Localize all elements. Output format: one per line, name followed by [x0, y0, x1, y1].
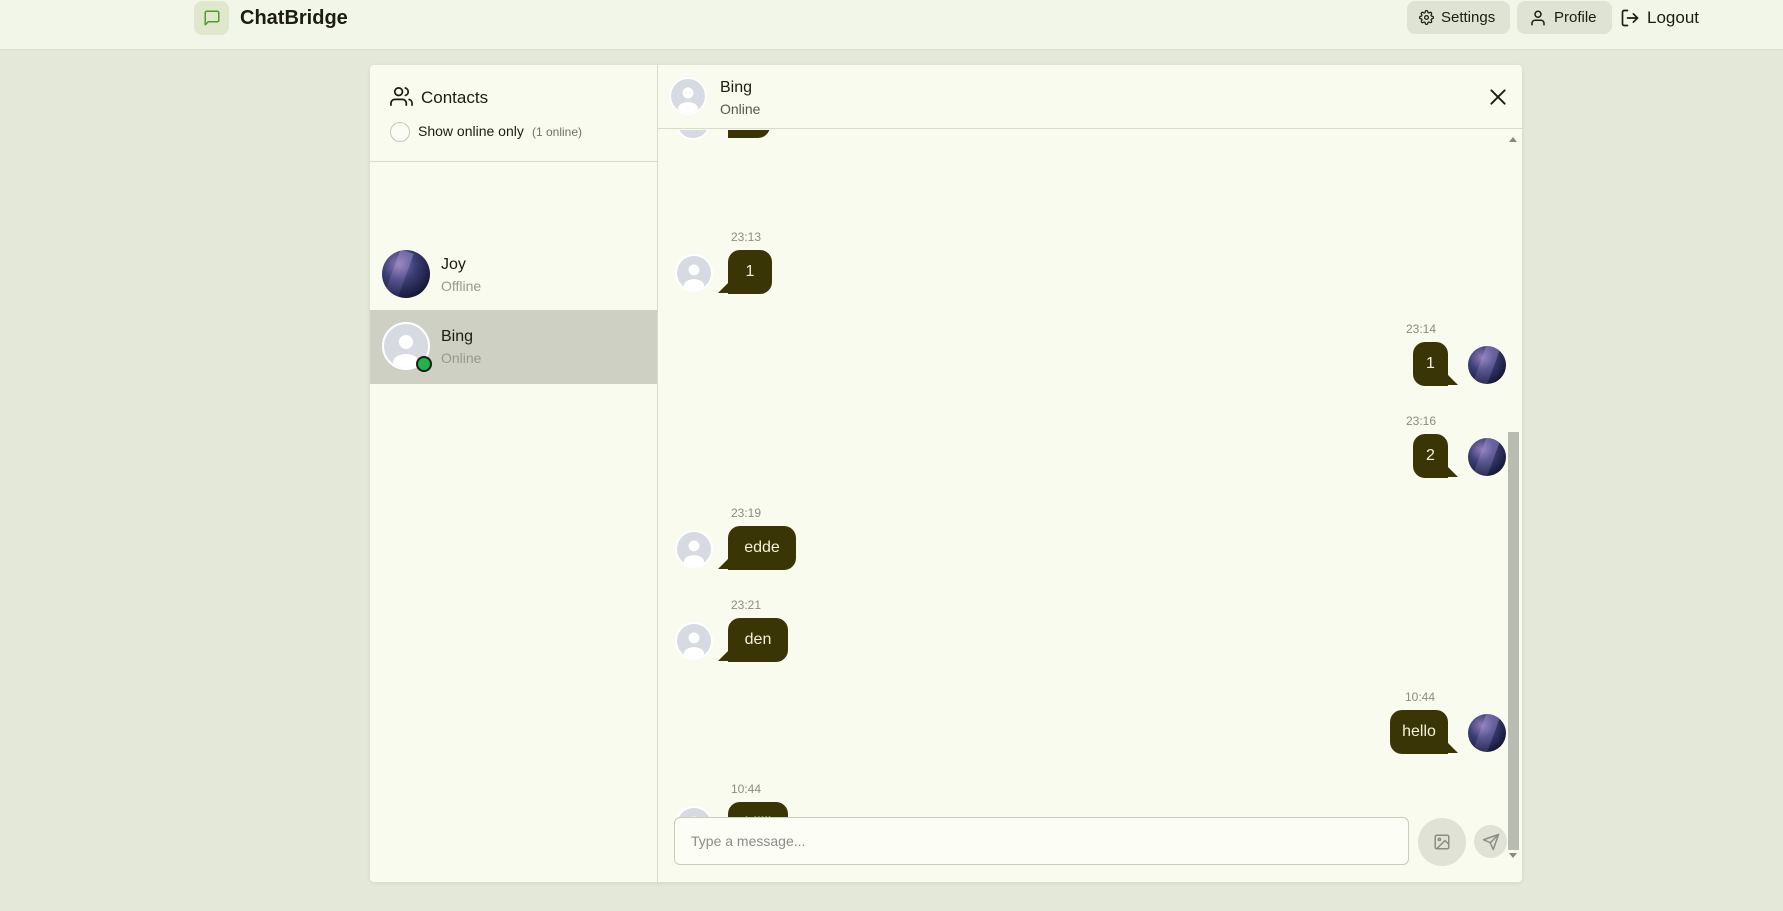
- logout-label: Logout: [1647, 7, 1699, 27]
- avatar: [675, 254, 713, 292]
- contacts-sidebar: Contacts Show online only (1 online) Joy…: [370, 65, 658, 882]
- message-bubble: edde: [728, 526, 796, 570]
- chat-contact-name: Bing: [720, 79, 753, 96]
- show-online-only-label[interactable]: Show online only: [418, 123, 524, 139]
- close-icon[interactable]: [1488, 87, 1508, 107]
- default-user-icon: [683, 632, 705, 658]
- message-bubble: [728, 130, 770, 138]
- message-time: 23:13: [731, 230, 762, 244]
- message-bubble: 1: [1413, 342, 1448, 386]
- online-count: (1 online): [532, 125, 583, 139]
- gear-icon: [1419, 10, 1434, 25]
- avatar: [675, 622, 713, 660]
- users-icon: [390, 87, 413, 106]
- bubble-tail: [718, 651, 728, 661]
- message-time: 23:19: [731, 506, 762, 520]
- online-status-dot: [416, 356, 432, 372]
- default-user-icon: [683, 540, 705, 566]
- bubble-tail: [718, 559, 728, 569]
- send-button[interactable]: [1474, 825, 1507, 858]
- default-user-icon: [683, 264, 705, 290]
- scroll-down-arrow[interactable]: [1509, 853, 1517, 858]
- bubble-tail: [1448, 467, 1458, 477]
- top-navbar: ChatBridge Settings Profile Logout: [0, 0, 1783, 50]
- show-online-only-checkbox[interactable]: [390, 122, 410, 142]
- bubble-tail: [718, 283, 728, 293]
- message-bubble: den: [728, 618, 788, 662]
- avatar: [675, 130, 711, 140]
- avatar: [1468, 714, 1506, 752]
- message-time: 10:44: [731, 782, 762, 796]
- avatar: [669, 77, 707, 115]
- contact-status: Offline: [441, 278, 482, 294]
- attach-image-button[interactable]: [1418, 818, 1466, 866]
- chat-contact-status: Online: [720, 101, 761, 117]
- logo[interactable]: [194, 1, 229, 35]
- scroll-up-arrow[interactable]: [1509, 137, 1517, 142]
- bubble-tail: [1448, 743, 1458, 753]
- contacts-header: Contacts Show online only (1 online): [370, 65, 657, 162]
- message-time: 10:44: [1405, 690, 1436, 704]
- avatar: [1468, 438, 1506, 476]
- contact-item-bing[interactable]: Bing Online: [370, 310, 657, 384]
- contact-name: Joy: [441, 256, 466, 273]
- avatar: [382, 250, 430, 298]
- settings-label: Settings: [1441, 9, 1496, 26]
- message-bubble: 1: [728, 250, 772, 294]
- contacts-title: Contacts: [421, 88, 489, 107]
- send-icon: [1482, 833, 1499, 850]
- chat-header: Bing Online: [658, 65, 1522, 129]
- settings-button[interactable]: Settings: [1407, 1, 1510, 34]
- logout-button[interactable]: Logout: [1616, 1, 1716, 34]
- profile-label: Profile: [1554, 9, 1597, 26]
- message-list[interactable]: 23:13 1 23:14 1 23:16 2 23:19 edde 23:21…: [658, 130, 1522, 853]
- message-time: 23:16: [1406, 414, 1437, 428]
- contact-item-joy[interactable]: Joy Offline: [370, 238, 657, 311]
- default-user-icon: [677, 87, 699, 113]
- message-bubble: hello: [1390, 710, 1448, 754]
- bubble-tail: [1448, 375, 1458, 385]
- message-time: 23:14: [1406, 322, 1437, 336]
- log-out-icon: [1621, 9, 1639, 26]
- contact-name: Bing: [441, 328, 474, 345]
- image-icon: [1434, 834, 1450, 850]
- message-input[interactable]: [674, 817, 1409, 865]
- user-icon: [1531, 10, 1545, 25]
- message-time: 23:21: [731, 598, 762, 612]
- profile-button[interactable]: Profile: [1517, 1, 1612, 34]
- message-bubble: 2: [1413, 434, 1448, 478]
- chat-card: Contacts Show online only (1 online) Joy…: [370, 65, 1522, 882]
- scrollbar-thumb[interactable]: [1508, 432, 1519, 850]
- avatar: [1468, 346, 1506, 384]
- message-square-icon: [204, 10, 219, 26]
- avatar: [675, 530, 713, 568]
- message-scrollbar[interactable]: [1506, 130, 1519, 858]
- contact-status: Online: [441, 350, 482, 366]
- brand-name[interactable]: ChatBridge: [240, 7, 348, 30]
